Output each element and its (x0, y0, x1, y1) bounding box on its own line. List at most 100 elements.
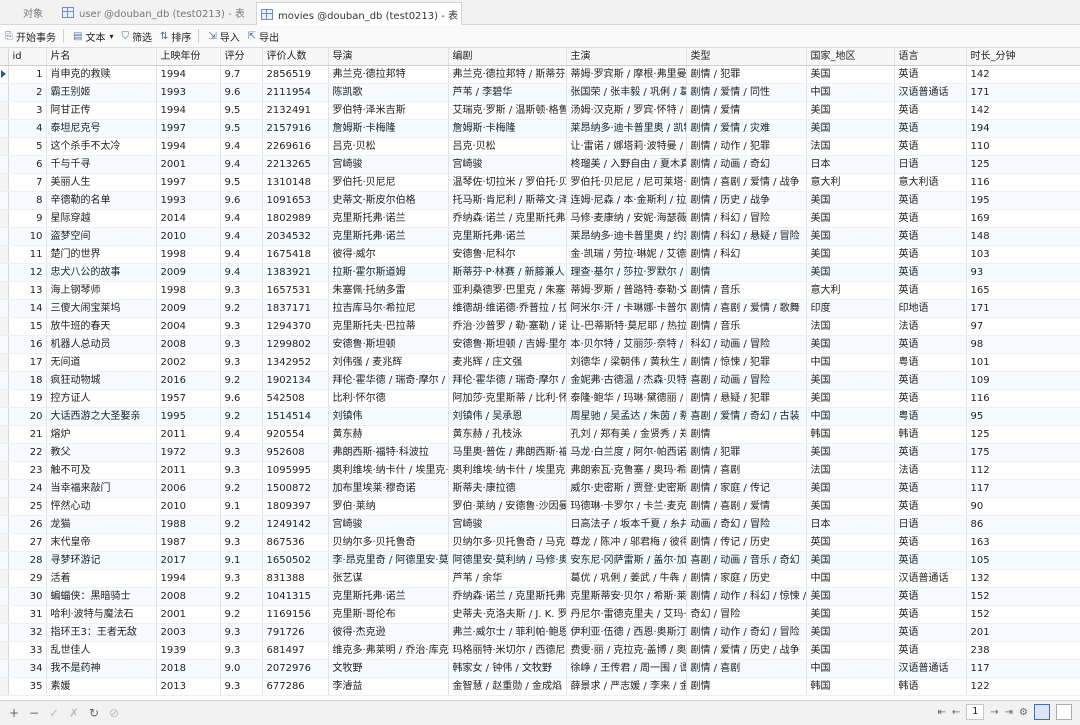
table-cell[interactable]: 英语 (894, 371, 967, 390)
prev-page-icon[interactable]: ← (952, 707, 960, 718)
row-gutter[interactable] (0, 695, 9, 696)
table-cell[interactable]: 9.3 (220, 569, 263, 588)
table-cell[interactable]: 剧情 / 家庭 / 历史 (686, 569, 807, 588)
table-cell[interactable]: 美国 (806, 551, 895, 570)
table-cell[interactable]: 9.2 (220, 479, 263, 498)
table-cell[interactable]: 罗伯托·贝尼尼 (328, 173, 449, 192)
table-cell[interactable]: 7 (8, 173, 47, 192)
table-cell[interactable]: 比利·怀尔德 (328, 389, 449, 408)
last-page-icon[interactable]: ⇥ (1005, 707, 1013, 718)
table-cell[interactable]: 19 (8, 389, 47, 408)
row-gutter[interactable] (0, 65, 9, 84)
table-cell[interactable]: 791726 (262, 623, 329, 642)
table-cell[interactable]: 肖申克的救赎 (46, 65, 157, 84)
table-cell[interactable]: 疯狂动物城 (46, 371, 157, 390)
table-cell[interactable]: 96 (966, 695, 1080, 696)
row-gutter[interactable] (0, 533, 9, 552)
table-cell[interactable]: 英语 (894, 623, 967, 642)
table-cell[interactable]: 本·贝尔特 / 艾丽莎·奈特 / 杰 (566, 335, 687, 354)
table-cell[interactable]: 1500872 (262, 479, 329, 498)
table-cell[interactable]: 安德鲁·斯坦顿 (328, 335, 449, 354)
row-gutter[interactable] (0, 497, 9, 516)
table-cell[interactable]: 9.3 (220, 641, 263, 660)
table-cell[interactable]: 1249142 (262, 515, 329, 534)
table-row[interactable]: 3 阿甘正传 1994 9.5 2132491 罗伯特·泽米吉斯 艾瑞克·罗斯 / 温斯顿·… (0, 101, 1080, 120)
table-cell[interactable]: 詹姆斯·卡梅隆 (448, 119, 567, 138)
table-cell[interactable]: 剧情 (686, 425, 807, 444)
table-row[interactable]: 22 教父 1972 9.3 952608 弗朗西斯·福特·科波拉 马里奥·普佐 / 弗朗西… (0, 443, 1080, 462)
table-row[interactable]: 2 霸王别姬 1993 9.6 2111954 陈凯歌 芦苇 / 李碧华 张国荣 / 张丰毅 … (0, 83, 1080, 102)
table-row[interactable]: 17 无间道 2002 9.3 1342952 刘伟强 / 麦兆辉 麦兆辉 / 庄文强 刘德华… (0, 353, 1080, 372)
table-cell[interactable]: 刘镇伟 / 吴承恩 (448, 407, 567, 426)
table-cell[interactable]: 中国 (806, 353, 895, 372)
table-row[interactable]: 1 肖申克的救赎 1994 9.7 2856519 弗兰克·德拉邦特 弗兰克·德拉邦特 / … (0, 65, 1080, 84)
table-cell[interactable]: 剧情 / 动作 / 犯罪 (686, 137, 807, 156)
table-cell[interactable]: 542508 (262, 389, 329, 408)
table-cell[interactable]: 素媛 (46, 677, 157, 696)
table-cell[interactable]: 21 (8, 425, 47, 444)
table-cell[interactable]: 我不是药神 (46, 659, 157, 678)
table-cell[interactable]: 1342952 (262, 353, 329, 372)
table-cell[interactable]: 2004 (156, 317, 221, 336)
table-cell[interactable]: 星际穿越 (46, 209, 157, 228)
table-cell[interactable]: 32 (8, 623, 47, 642)
table-cell[interactable]: 柊瑠美 / 入野自由 / 夏木真理 (566, 155, 687, 174)
table-cell[interactable]: 23 (8, 461, 47, 480)
row-gutter[interactable] (0, 119, 9, 138)
column-header[interactable]: 国家_地区 (806, 48, 895, 66)
table-cell[interactable]: 宫崎骏 (328, 515, 449, 534)
table-cell[interactable]: 25 (8, 497, 47, 516)
table-cell[interactable]: 英语 (894, 479, 967, 498)
table-cell[interactable]: 美国 (806, 443, 895, 462)
table-cell[interactable]: 费雯·丽 / 克拉克·盖博 / 奥利 (566, 641, 687, 660)
table-cell[interactable]: 2014 (156, 209, 221, 228)
column-header[interactable]: id (8, 48, 47, 66)
table-cell[interactable]: 35 (8, 677, 47, 696)
table-cell[interactable]: 日本 (806, 155, 895, 174)
table-cell[interactable]: 9.4 (220, 245, 263, 264)
row-gutter[interactable] (0, 371, 9, 390)
table-cell[interactable]: 2269616 (262, 137, 329, 156)
table-cell[interactable]: 葛优 / 巩俐 / 姜武 / 牛犇 / 郭 (566, 569, 687, 588)
table-cell[interactable]: 英语 (894, 389, 967, 408)
table-cell[interactable]: 贝纳尔多·贝托鲁奇 / 马克·派 (448, 533, 567, 552)
table-cell[interactable]: 美国 (806, 605, 895, 624)
table-cell[interactable]: 美国 (806, 263, 895, 282)
table-cell[interactable]: 中国 (806, 569, 895, 588)
table-row[interactable]: 5 这个杀手不太冷 1994 9.4 2269616 吕克·贝松 吕克·贝松 让·雷诺 / 娜… (0, 137, 1080, 156)
table-cell[interactable]: 中国 (806, 407, 895, 426)
table-cell[interactable]: 美国 (806, 191, 895, 210)
table-cell[interactable]: 9.2 (220, 515, 263, 534)
table-cell[interactable]: 威尔·史密斯 / 贾登·史密斯 / (566, 479, 687, 498)
table-cell[interactable]: 法国 (806, 461, 895, 480)
table-cell[interactable]: 控方证人 (46, 389, 157, 408)
delete-record-icon[interactable]: − (28, 706, 40, 720)
table-cell[interactable]: 芦苇 / 李碧华 (448, 83, 567, 102)
table-cell[interactable]: 法国 (806, 137, 895, 156)
table-cell[interactable]: 英语 (894, 245, 967, 264)
table-cell[interactable]: 克里斯蒂安·贝尔 / 希斯·莱杰 (566, 587, 687, 606)
table-cell[interactable]: 1998 (156, 281, 221, 300)
table-row[interactable]: 32 指环王3：王者无敌 2003 9.3 791726 彼得·杰克逊 弗兰·威尔士 / 菲… (0, 623, 1080, 642)
table-cell[interactable]: 剧情 / 爱情 / 同性 (686, 83, 807, 102)
table-cell[interactable]: 9.3 (220, 533, 263, 552)
table-cell[interactable]: 677286 (262, 677, 329, 696)
table-cell[interactable]: 汤姆·汉克斯 / 罗宾·怀特 / 加 (566, 101, 687, 120)
table-cell[interactable]: 30 (8, 587, 47, 606)
table-cell[interactable]: 千与千寻 (46, 155, 157, 174)
table-cell[interactable]: 喜剧 / 动画 / 音乐 / 奇幻 (686, 551, 807, 570)
table-cell[interactable]: 安德鲁·斯坦顿 / 吉姆·里尔顿 (448, 335, 567, 354)
table-cell[interactable]: 2003 (156, 623, 221, 642)
table-cell[interactable]: 剧情 / 科幻 (686, 245, 807, 264)
stop-icon[interactable]: ⊘ (108, 706, 120, 720)
table-cell[interactable]: 李濬益 (328, 677, 449, 696)
page-number-field[interactable]: 1 (966, 704, 985, 720)
table-cell[interactable]: 蝙蝠侠：黑暗骑士 (46, 587, 157, 606)
table-cell[interactable]: 剧情 / 喜剧 / 爱情 (686, 497, 807, 516)
table-cell[interactable]: 9.3 (220, 335, 263, 354)
table-cell[interactable]: 泰坦尼克号 (46, 119, 157, 138)
table-cell[interactable]: 指环王3：王者无敌 (46, 623, 157, 642)
table-cell[interactable]: 2034532 (262, 227, 329, 246)
table-cell[interactable]: 9 (8, 209, 47, 228)
table-cell[interactable]: 剧情 / 音乐 (686, 281, 807, 300)
